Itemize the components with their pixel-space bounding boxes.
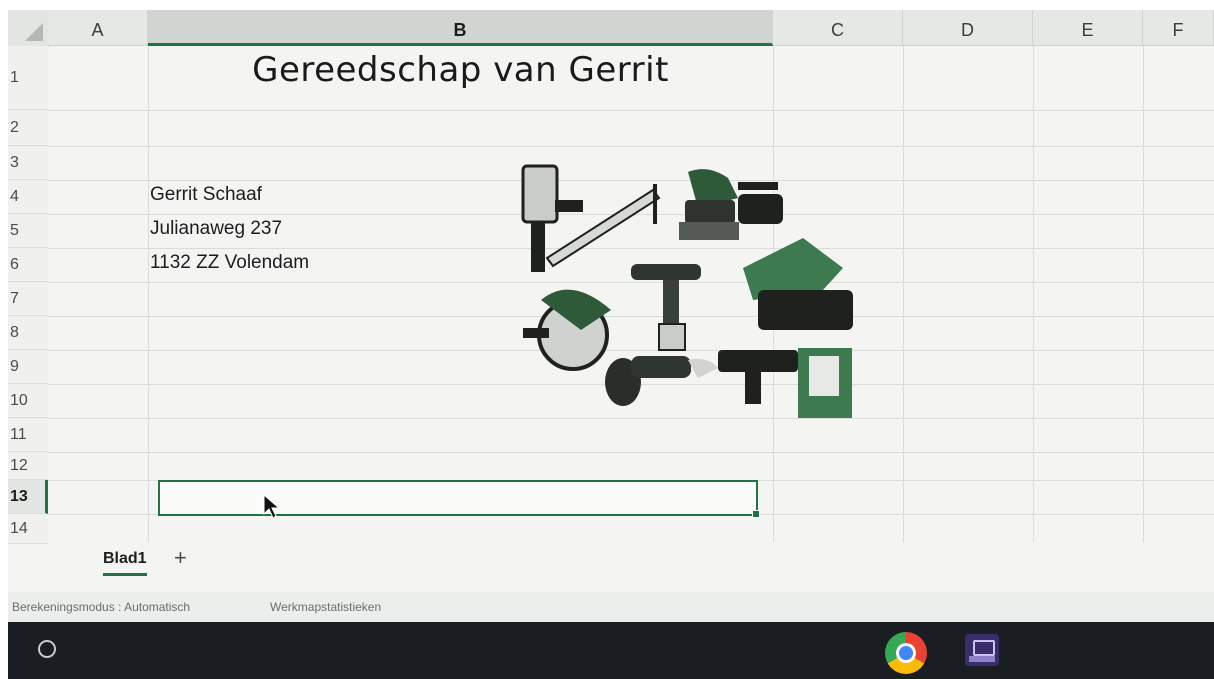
chrome-inner (896, 643, 916, 663)
select-all-triangle-icon (25, 23, 43, 41)
select-all-corner[interactable] (8, 10, 49, 47)
row-header-5[interactable]: 5 (8, 214, 48, 248)
fill-handle[interactable] (752, 510, 760, 518)
spreadsheet-window: A B C D E F 1 2 3 4 5 6 7 8 9 10 11 12 1… (8, 10, 1214, 622)
chrome-icon[interactable] (885, 632, 927, 674)
address-name-cell[interactable]: Gerrit Schaaf (150, 184, 262, 206)
mouse-pointer-icon (263, 494, 281, 519)
row-header-6[interactable]: 6 (8, 248, 48, 282)
taskbar (8, 622, 1214, 679)
column-header-c[interactable]: C (773, 10, 903, 46)
calc-mode-status[interactable]: Berekeningsmodus : Automatisch (12, 600, 190, 614)
sheet-tab-blad1[interactable]: Blad1 (103, 550, 147, 568)
screen-app-monitor (973, 640, 995, 656)
row-header-1[interactable]: 1 (8, 46, 48, 110)
row-header-13[interactable]: 13 (8, 480, 48, 514)
power-tools-image[interactable] (513, 160, 873, 422)
gridline (1033, 46, 1034, 542)
sheet-title[interactable]: Gereedschap van Gerrit (148, 50, 773, 90)
start-circle-icon[interactable] (38, 640, 56, 658)
gridline (48, 452, 1214, 453)
row-header-14[interactable]: 14 (8, 514, 48, 544)
active-tab-indicator (103, 573, 147, 576)
address-city-cell[interactable]: 1132 ZZ Volendam (150, 252, 309, 274)
add-sheet-button[interactable]: + (174, 545, 187, 571)
gridline (148, 46, 149, 542)
gridline (48, 146, 1214, 147)
gridline (1143, 46, 1144, 542)
column-header-a[interactable]: A (48, 10, 148, 46)
row-header-8[interactable]: 8 (8, 316, 48, 350)
row-header-9[interactable]: 9 (8, 350, 48, 384)
row-header-3[interactable]: 3 (8, 146, 48, 180)
workbook-stats-link[interactable]: Werkmapstatistieken (270, 600, 381, 614)
row-header-12[interactable]: 12 (8, 452, 48, 480)
row-header-2[interactable]: 2 (8, 110, 48, 146)
screen-app-icon[interactable] (965, 634, 999, 666)
address-street-cell[interactable]: Julianaweg 237 (150, 218, 282, 240)
row-header-11[interactable]: 11 (8, 418, 48, 452)
selected-cell-b13[interactable] (158, 480, 760, 518)
column-header-d[interactable]: D (903, 10, 1033, 46)
screen-app-label-bar (969, 656, 995, 662)
column-header-f[interactable]: F (1143, 10, 1214, 46)
row-header-7[interactable]: 7 (8, 282, 48, 316)
gridline (903, 46, 904, 542)
status-bar: Berekeningsmodus : Automatisch Werkmapst… (8, 592, 1214, 622)
column-header-e[interactable]: E (1033, 10, 1143, 46)
chrome-core (899, 646, 913, 660)
row-header-4[interactable]: 4 (8, 180, 48, 214)
row-header-10[interactable]: 10 (8, 384, 48, 418)
column-header-b[interactable]: B (148, 10, 773, 46)
gridline (48, 110, 1214, 111)
